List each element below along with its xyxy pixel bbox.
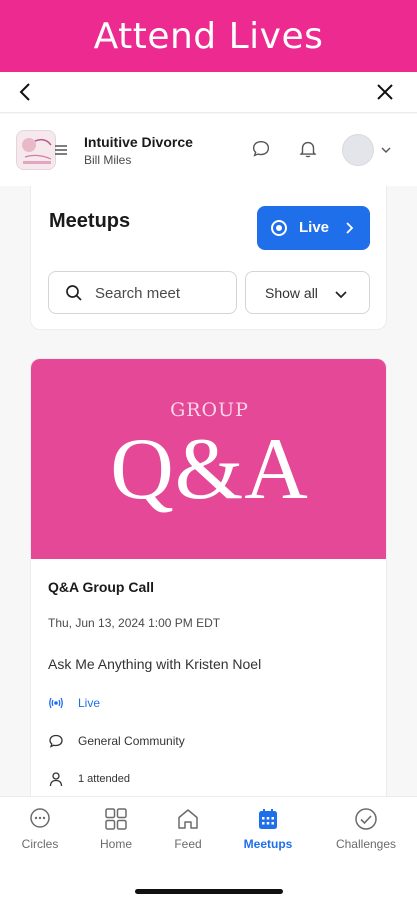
- community-header: Intuitive Divorce Bill Miles: [0, 114, 417, 186]
- event-attendance-row: 1 attended: [48, 769, 130, 789]
- filter-dropdown[interactable]: Show all: [245, 271, 370, 314]
- logo-graphic: [17, 131, 55, 169]
- tab-challenges[interactable]: Challenges: [326, 807, 406, 859]
- search-icon: [66, 285, 82, 301]
- bell-icon[interactable]: [297, 138, 319, 160]
- tab-label: Challenges: [335, 837, 397, 851]
- calendar-icon: [259, 809, 277, 829]
- top-nav-bar: [0, 72, 417, 113]
- event-title[interactable]: Q&A Group Call: [48, 579, 154, 595]
- event-cover-image[interactable]: GROUP Q&A: [31, 359, 386, 559]
- live-button[interactable]: Live: [257, 206, 370, 250]
- event-attendance: 1 attended: [78, 773, 130, 785]
- meetup-event-card[interactable]: GROUP Q&A Q&A Group Call Thu, Jun 13, 20…: [30, 358, 387, 818]
- community-owner: Bill Miles: [84, 153, 132, 167]
- bottom-tab-bar: Circles Home Feed Meetups Challenges: [0, 796, 417, 900]
- event-description: Ask Me Anything with Kristen Noel: [48, 656, 262, 672]
- page-title: Meetups: [49, 210, 131, 232]
- banner-title: Attend Lives: [93, 15, 324, 57]
- home-indicator: [135, 889, 283, 894]
- chevron-down-icon[interactable]: [380, 144, 392, 156]
- search-input[interactable]: [95, 282, 191, 304]
- event-datetime: Thu, Jun 13, 2024 1:00 PM EDT: [48, 616, 221, 630]
- circles-icon: [30, 808, 50, 828]
- back-arrow-icon[interactable]: [14, 80, 38, 104]
- community-name[interactable]: Intuitive Divorce: [84, 134, 193, 150]
- event-status: Live: [78, 696, 101, 710]
- check-circle-icon: [355, 808, 377, 830]
- tab-label: Feed: [174, 837, 202, 851]
- tab-label: Home: [99, 837, 132, 851]
- cover-caption: GROUP: [170, 399, 249, 421]
- grid-icon: [105, 808, 127, 830]
- event-space: General Community: [78, 734, 185, 748]
- tab-label: Circles: [21, 837, 59, 851]
- chat-bubble-icon: [49, 734, 63, 748]
- tab-circles[interactable]: Circles: [0, 807, 80, 859]
- tab-meetups[interactable]: Meetups: [228, 807, 308, 859]
- close-icon[interactable]: [373, 80, 397, 104]
- search-box[interactable]: [48, 271, 237, 314]
- person-icon: [49, 772, 63, 787]
- promo-banner: Attend Lives: [0, 0, 417, 72]
- chat-icon[interactable]: [250, 138, 272, 160]
- broadcast-icon: [49, 697, 63, 709]
- community-logo[interactable]: [16, 130, 56, 170]
- tab-feed[interactable]: Feed: [148, 807, 228, 859]
- house-icon: [178, 809, 198, 829]
- menu-icon[interactable]: [55, 145, 67, 155]
- user-avatar[interactable]: [342, 134, 374, 166]
- chevron-down-icon: [335, 291, 347, 299]
- cover-headline: Q&A: [110, 421, 309, 518]
- live-button-label: Live: [299, 219, 330, 236]
- chevron-right-icon: [346, 222, 354, 234]
- live-dot-icon: [271, 220, 287, 236]
- filter-dropdown-label: Show all: [265, 285, 318, 301]
- tab-home[interactable]: Home: [76, 807, 156, 859]
- event-status-row: Live: [48, 693, 100, 713]
- tab-label: Meetups: [243, 837, 293, 851]
- event-space-row: General Community: [48, 731, 185, 751]
- meetups-header-card: Meetups Live Show all: [30, 186, 387, 330]
